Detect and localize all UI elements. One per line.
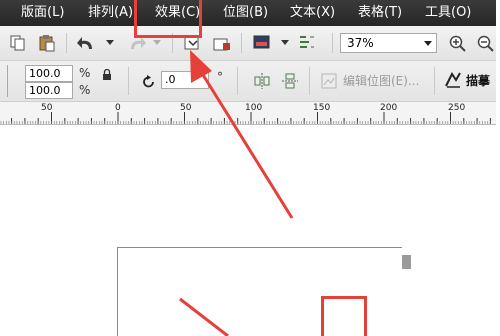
ruler-label: 200	[380, 103, 398, 113]
field-edge	[7, 65, 8, 97]
edit-bitmap-icon	[321, 73, 337, 89]
ruler-label: 50	[41, 103, 53, 113]
ruler-label: 100	[245, 103, 263, 113]
menu-layout[interactable]: 版面(L)	[21, 4, 64, 22]
toolbar-separator	[241, 33, 242, 53]
right-edge	[496, 0, 500, 336]
zoom-level-value: 37%	[347, 36, 374, 50]
mirror-horizontal-icon[interactable]	[253, 72, 271, 90]
chevron-down-icon[interactable]	[153, 40, 161, 46]
undo-icon[interactable]	[77, 34, 97, 52]
zoom-in-icon[interactable]	[449, 35, 467, 53]
options-icon[interactable]	[298, 33, 316, 53]
horizontal-ruler[interactable]: 50 0 50 100 150 200 250	[0, 102, 500, 125]
ruler-label: 50	[180, 103, 192, 113]
canvas-highlight-box	[321, 296, 367, 336]
menu-highlight-box	[134, 0, 202, 38]
paste-icon[interactable]	[38, 34, 56, 52]
toolbar-separator	[434, 67, 435, 95]
zoom-out-icon[interactable]	[477, 35, 495, 53]
edit-bitmap-button[interactable]: 编辑位图(E)...	[343, 73, 419, 89]
export-icon[interactable]	[211, 34, 231, 52]
lock-ratio-icon[interactable]	[101, 69, 113, 81]
ruler-label: 0	[115, 103, 121, 113]
menu-tools[interactable]: 工具(O)	[425, 4, 471, 22]
menu-arrange[interactable]: 排列(A)	[88, 4, 133, 22]
menu-text[interactable]: 文本(X)	[290, 4, 335, 22]
trace-bitmap-icon	[445, 72, 461, 88]
mirror-vertical-icon[interactable]	[281, 72, 299, 90]
chevron-down-icon[interactable]	[281, 40, 289, 46]
trace-bitmap-button[interactable]: 描摹	[466, 73, 490, 89]
zoom-level-dropdown[interactable]: 37%	[340, 33, 437, 53]
menu-bar: 版面(L) 排列(A) 效果(C) 位图(B) 文本(X) 表格(T) 工具(O…	[0, 0, 500, 26]
corel-window: 版面(L) 排列(A) 效果(C) 位图(B) 文本(X) 表格(T) 工具(O…	[0, 0, 500, 336]
ruler-label: 150	[313, 103, 331, 113]
toolbar-separator	[128, 67, 129, 95]
standard-toolbar: 37%	[0, 26, 500, 61]
scale-x-input[interactable]: 100.0	[25, 65, 73, 82]
toolbar-separator	[66, 33, 67, 53]
page-shadow	[402, 255, 411, 269]
percent-label: %	[79, 66, 91, 80]
toolbar-separator	[332, 33, 333, 53]
application-launcher-icon[interactable]	[252, 34, 272, 52]
menu-table[interactable]: 表格(T)	[358, 4, 402, 22]
ruler-label: 250	[448, 103, 466, 113]
menu-bitmaps[interactable]: 位图(B)	[223, 4, 268, 22]
percent-label: %	[79, 83, 91, 97]
scale-y-input[interactable]: 100.0	[25, 82, 73, 99]
toolbar-separator	[309, 67, 310, 95]
copy-icon[interactable]	[10, 35, 26, 51]
chevron-down-icon	[424, 41, 432, 46]
property-bar: 100.0 100.0 % % .0 ° 编辑位图(E)... 描摹	[0, 61, 500, 102]
drawing-canvas[interactable]	[0, 125, 500, 336]
chevron-down-icon[interactable]	[106, 40, 114, 46]
rotation-angle-input[interactable]: .0	[161, 71, 209, 89]
degree-label: °	[217, 70, 223, 84]
rotate-icon	[143, 75, 154, 88]
toolbar-separator	[237, 67, 238, 95]
